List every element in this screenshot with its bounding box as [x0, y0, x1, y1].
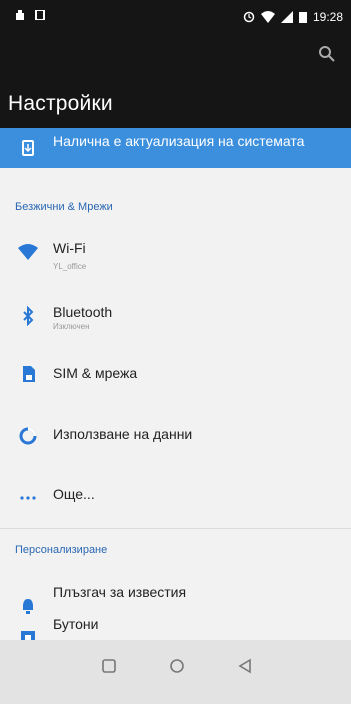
buttons-icon — [21, 631, 35, 640]
setting-sim[interactable]: SIM & мрежа — [0, 350, 351, 412]
sim-label: SIM & мрежа — [53, 365, 138, 381]
data-usage-icon — [19, 427, 37, 445]
status-left — [15, 10, 45, 20]
search-icon[interactable] — [317, 44, 337, 64]
section-wireless: Безжични & Мрежи — [15, 201, 113, 213]
status-right: 19:28 — [243, 10, 343, 24]
home-icon[interactable] — [165, 654, 189, 678]
clock: 19:28 — [312, 10, 343, 24]
setting-bluetooth[interactable]: Bluetooth Изключен — [0, 292, 351, 354]
wifi-icon — [18, 244, 38, 260]
wifi-label: Wi-Fi — [53, 240, 86, 256]
section-divider — [0, 528, 351, 529]
setting-wifi[interactable]: Wi-Fi YL_office — [0, 230, 351, 292]
battery-icon — [298, 12, 307, 23]
system-update-icon — [22, 140, 34, 156]
more-label: Още... — [53, 486, 95, 502]
nav-bar — [0, 640, 351, 704]
storage-status-icon — [35, 10, 45, 20]
bluetooth-label: Bluetooth — [53, 304, 113, 320]
back-icon[interactable] — [233, 654, 257, 678]
setting-buttons[interactable]: Бутони — [0, 610, 351, 640]
section-personal: Персонализиране — [15, 544, 108, 556]
wifi-sub: YL_office — [53, 262, 87, 271]
alarm-icon — [243, 11, 255, 23]
more-icon — [20, 496, 36, 500]
status-bar: 19:28 — [0, 0, 351, 34]
notification-status-icon — [16, 10, 24, 20]
page-title: Настройки — [8, 92, 113, 115]
recents-icon[interactable] — [97, 654, 121, 678]
wifi-status-icon — [260, 11, 275, 23]
bluetooth-icon — [23, 306, 34, 326]
setting-data-usage[interactable]: Използване на данни — [0, 412, 351, 474]
buttons-label: Бутони — [53, 616, 99, 632]
system-update-text: Налична е актуализация на системата — [53, 133, 305, 149]
sim-icon — [23, 366, 35, 382]
app-bar: Настройки — [0, 34, 351, 128]
notifications-label: Плъзгач за известия — [53, 584, 187, 600]
setting-more[interactable]: Още... — [0, 472, 351, 534]
system-update-banner[interactable]: Налична е актуализация на системата — [0, 128, 351, 168]
bluetooth-sub: Изключен — [53, 322, 90, 331]
data-usage-label: Използване на данни — [53, 426, 193, 442]
signal-icon — [280, 11, 293, 23]
